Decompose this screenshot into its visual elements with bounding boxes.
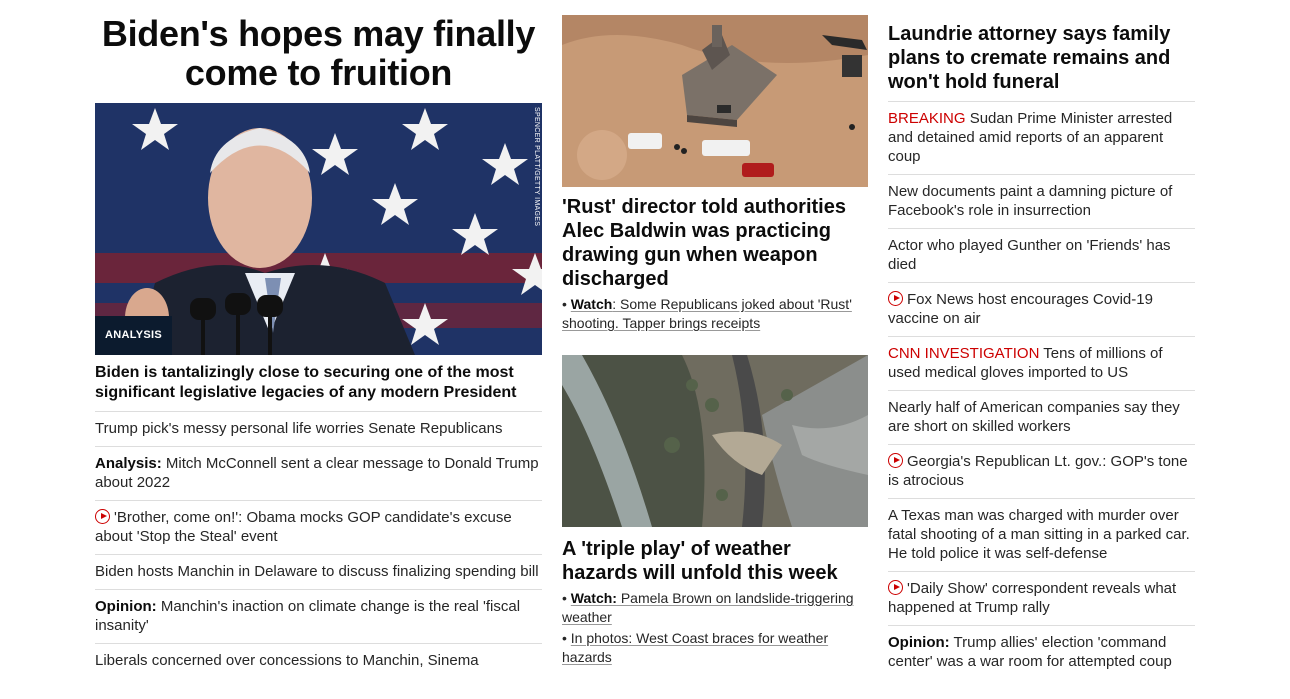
list-item-link[interactable]: BREAKING Sudan Prime Minister arrested a… xyxy=(888,110,1172,165)
investigation-label: CNN INVESTIGATION xyxy=(888,345,1040,362)
play-video-icon xyxy=(95,509,110,524)
list-item-link[interactable]: Actor who played Gunther on 'Friends' ha… xyxy=(888,237,1171,273)
landslide-image[interactable] xyxy=(562,355,868,527)
list-item-text: Georgia's Republican Lt. gov.: GOP's ton… xyxy=(888,453,1188,489)
list-item-link[interactable]: 'Daily Show' correspondent reveals what … xyxy=(888,580,1176,616)
list-item[interactable]: Opinion: Trump allies' election 'command… xyxy=(888,626,1195,679)
list-item[interactable]: Biden hosts Manchin in Delaware to discu… xyxy=(95,555,542,590)
photo-credit: SPENCER PLATT/GETTY IMAGES xyxy=(533,107,540,227)
story-bullet: • In photos: West Coast braces for weath… xyxy=(562,630,829,665)
list-item-text: 'Daily Show' correspondent reveals what … xyxy=(888,580,1177,616)
hero-image[interactable]: SPENCER PLATT/GETTY IMAGES ANALYSIS xyxy=(95,103,542,355)
hero-subheadline: Biden is tantalizingly close to securing… xyxy=(95,363,542,412)
list-item[interactable]: BREAKING Sudan Prime Minister arrested a… xyxy=(888,102,1195,175)
analysis-badge: ANALYSIS xyxy=(95,316,173,355)
list-item-link[interactable]: Opinion: Trump allies' election 'command… xyxy=(888,634,1172,670)
weather-headline-link[interactable]: A 'triple play' of weather hazards will … xyxy=(562,538,838,584)
lead-column: Biden's hopes may finally come to fruiti… xyxy=(95,0,542,678)
rust-headline-link[interactable]: 'Rust' director told authorities Alec Ba… xyxy=(562,196,846,290)
list-item-link[interactable]: Trump pick's messy personal life worries… xyxy=(95,420,502,437)
laundrie-headline: Laundrie attorney says family plans to c… xyxy=(888,22,1195,102)
list-item-text: Fox News host encourages Covid-19 vaccin… xyxy=(888,291,1153,327)
weather-headline: A 'triple play' of weather hazards will … xyxy=(562,537,868,585)
weather-photos-link[interactable]: In photos: West Coast braces for weather… xyxy=(562,630,828,665)
list-item[interactable]: Fox News host encourages Covid-19 vaccin… xyxy=(888,283,1195,337)
list-item-link[interactable]: Opinion: Manchin's inaction on climate c… xyxy=(95,598,520,634)
middle-column: 'Rust' director told authorities Alec Ba… xyxy=(562,0,868,667)
rust-headline: 'Rust' director told authorities Alec Ba… xyxy=(562,195,868,291)
list-item-text: Manchin's inaction on climate change is … xyxy=(95,598,521,634)
list-item-link[interactable]: A Texas man was charged with murder over… xyxy=(888,507,1190,562)
list-item-link[interactable]: Biden hosts Manchin in Delaware to discu… xyxy=(95,563,539,580)
list-item[interactable]: 'Daily Show' correspondent reveals what … xyxy=(888,572,1195,626)
play-video-icon xyxy=(888,453,903,468)
aerial-ranch-photo xyxy=(562,15,868,187)
watch-label: Watch: xyxy=(570,590,617,606)
list-item[interactable]: Nearly half of American companies say th… xyxy=(888,391,1195,445)
list-item-link[interactable]: 'Brother, come on!': Obama mocks GOP can… xyxy=(95,509,512,545)
list-item[interactable]: Opinion: Manchin's inaction on climate c… xyxy=(95,590,542,644)
play-video-icon xyxy=(888,291,903,306)
list-item-link[interactable]: Analysis: Mitch McConnell sent a clear m… xyxy=(95,455,539,491)
opinion-label: Opinion: xyxy=(95,598,157,615)
rust-set-image[interactable] xyxy=(562,15,868,187)
list-item-text: 'Brother, come on!': Obama mocks GOP can… xyxy=(95,509,512,545)
list-item-link[interactable]: Liberals concerned over concessions to M… xyxy=(95,652,479,669)
analysis-label: Analysis: xyxy=(95,455,162,472)
right-column: Laundrie attorney says family plans to c… xyxy=(888,0,1195,679)
list-item[interactable]: 'Brother, come on!': Obama mocks GOP can… xyxy=(95,501,542,555)
list-item[interactable]: CNN INVESTIGATION Tens of millions of us… xyxy=(888,337,1195,391)
hero-headline: Biden's hopes may finally come to fruiti… xyxy=(95,14,542,92)
opinion-label: Opinion: xyxy=(888,634,950,651)
rust-watch-link[interactable]: Watch: Some Republicans joked about 'Rus… xyxy=(562,296,852,331)
list-item-link[interactable]: Fox News host encourages Covid-19 vaccin… xyxy=(888,291,1153,327)
list-item[interactable]: Trump pick's messy personal life worries… xyxy=(95,412,542,447)
list-item-link[interactable]: Nearly half of American companies say th… xyxy=(888,399,1180,435)
list-item[interactable]: Liberals concerned over concessions to M… xyxy=(95,644,542,678)
watch-label: Watch xyxy=(570,296,613,312)
list-item-link[interactable]: Georgia's Republican Lt. gov.: GOP's ton… xyxy=(888,453,1188,489)
list-item-link[interactable]: New documents paint a damning picture of… xyxy=(888,183,1172,219)
list-item-link[interactable]: CNN INVESTIGATION Tens of millions of us… xyxy=(888,345,1163,381)
breaking-label: BREAKING xyxy=(888,110,966,127)
list-item[interactable]: Analysis: Mitch McConnell sent a clear m… xyxy=(95,447,542,501)
list-item[interactable]: A Texas man was charged with murder over… xyxy=(888,499,1195,572)
list-item[interactable]: New documents paint a damning picture of… xyxy=(888,175,1195,229)
list-item[interactable]: Georgia's Republican Lt. gov.: GOP's ton… xyxy=(888,445,1195,499)
hero-subheadline-link[interactable]: Biden is tantalizingly close to securing… xyxy=(95,364,516,401)
story-bullet: • Watch: Some Republicans joked about 'R… xyxy=(562,296,852,331)
laundrie-headline-link[interactable]: Laundrie attorney says family plans to c… xyxy=(888,23,1170,93)
list-item-text: Mitch McConnell sent a clear message to … xyxy=(95,455,539,491)
play-video-icon xyxy=(888,580,903,595)
aerial-landslide-photo xyxy=(562,355,868,527)
hero-headline-link[interactable]: Biden's hopes may finally come to fruiti… xyxy=(102,13,535,93)
weather-watch-link[interactable]: Watch: Pamela Brown on landslide-trigger… xyxy=(562,590,854,625)
story-bullet: • Watch: Pamela Brown on landslide-trigg… xyxy=(562,590,854,625)
list-item[interactable]: Actor who played Gunther on 'Friends' ha… xyxy=(888,229,1195,283)
